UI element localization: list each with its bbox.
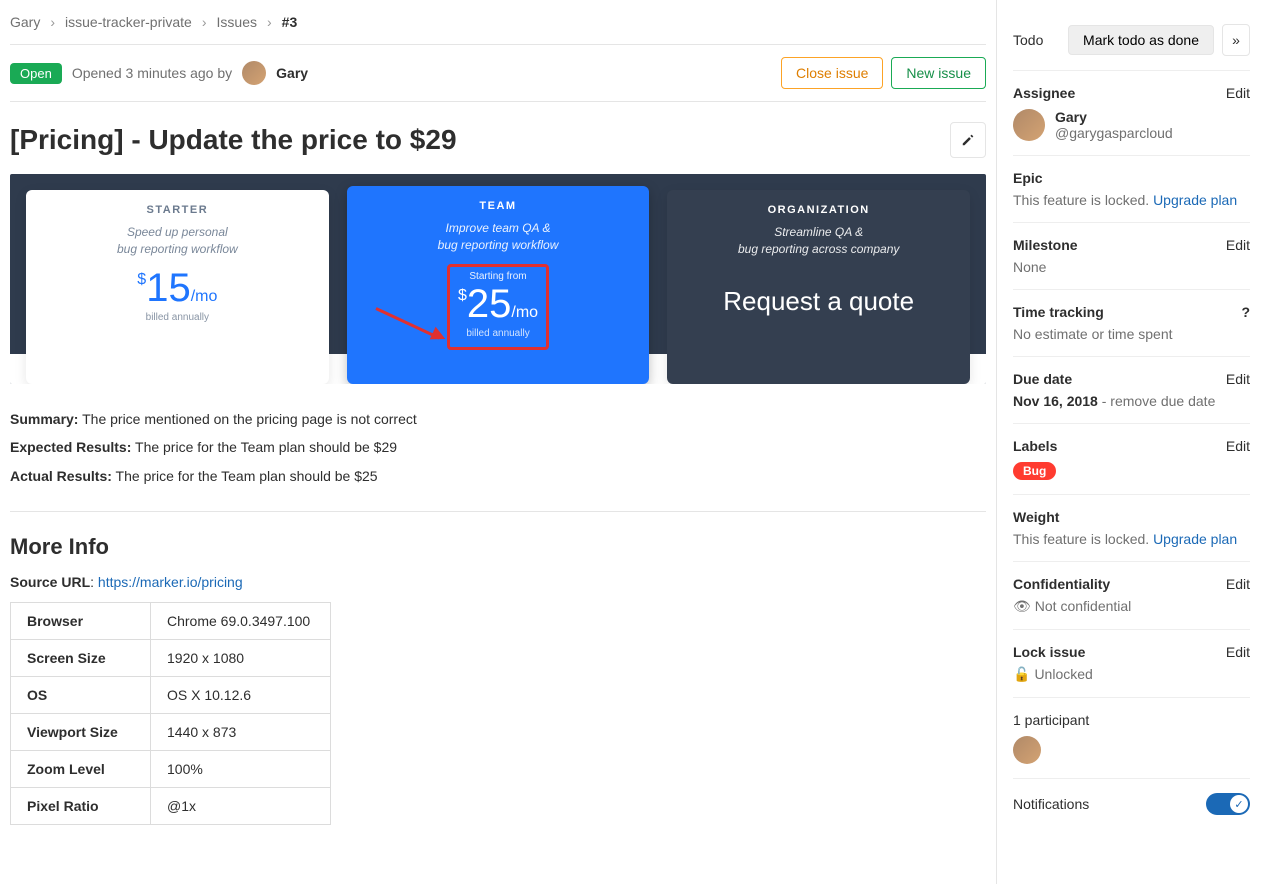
help-icon[interactable]: ? <box>1241 304 1250 320</box>
avatar[interactable] <box>242 61 266 85</box>
issue-title: [Pricing] - Update the price to $29 <box>10 124 457 156</box>
summary-text: The price mentioned on the pricing page … <box>78 411 416 427</box>
expected-text: The price for the Team plan should be $2… <box>131 439 397 455</box>
lock-issue-edit[interactable]: Edit <box>1226 644 1250 660</box>
edit-title-button[interactable] <box>950 122 986 158</box>
confidentiality-title: Confidentiality <box>1013 576 1110 592</box>
milestone-title: Milestone <box>1013 237 1078 253</box>
breadcrumb-repo[interactable]: issue-tracker-private <box>65 14 192 30</box>
eye-icon: 👁 <box>1013 598 1031 614</box>
assignee-title: Assignee <box>1013 85 1075 101</box>
time-tracking-value: No estimate or time spent <box>1013 326 1250 342</box>
weight-locked-text: This feature is locked. <box>1013 531 1149 547</box>
weight-title: Weight <box>1013 509 1250 525</box>
lock-issue-title: Lock issue <box>1013 644 1085 660</box>
todo-label: Todo <box>1013 32 1043 48</box>
assignee-handle[interactable]: @garygasparcloud <box>1055 125 1173 141</box>
chevron-right-icon: › <box>202 14 207 30</box>
milestone-value: None <box>1013 259 1250 275</box>
notifications-toggle[interactable] <box>1206 793 1250 815</box>
participants-title: 1 participant <box>1013 712 1250 728</box>
assignee-name[interactable]: Gary <box>1055 109 1173 125</box>
due-date-title: Due date <box>1013 371 1072 387</box>
notifications-title: Notifications <box>1013 796 1089 812</box>
expected-label: Expected Results: <box>10 439 131 455</box>
highlight-box: Starting from $25/mo billed annually <box>447 264 549 350</box>
breadcrumb: Gary › issue-tracker-private › Issues › … <box>10 10 986 44</box>
breadcrumb-issue-id: #3 <box>282 14 298 30</box>
epic-title: Epic <box>1013 170 1250 186</box>
lock-open-icon: 🔓 <box>1013 666 1030 682</box>
labels-title: Labels <box>1013 438 1057 454</box>
confidentiality-edit[interactable]: Edit <box>1226 576 1250 592</box>
environment-table: BrowserChrome 69.0.3497.100 Screen Size1… <box>10 602 331 825</box>
new-issue-button[interactable]: New issue <box>891 57 986 89</box>
remove-due-date-link[interactable]: - remove due date <box>1098 393 1216 409</box>
assignee-edit[interactable]: Edit <box>1226 85 1250 101</box>
plan-team: TEAM Improve team QA &bug reporting work… <box>347 186 650 384</box>
issue-attachment-image: STARTER Speed up personalbug reporting w… <box>10 174 986 384</box>
due-date-value: Nov 16, 2018 <box>1013 393 1098 409</box>
author-link[interactable]: Gary <box>276 65 308 81</box>
sidebar: Todo Mark todo as done » Assignee Edit Ga… <box>996 0 1266 884</box>
source-url-label: Source URL <box>10 574 90 590</box>
plan-organization: ORGANIZATION Streamline QA &bug reportin… <box>667 190 970 384</box>
actual-text: The price for the Team plan should be $2… <box>112 468 378 484</box>
time-tracking-title: Time tracking <box>1013 304 1104 320</box>
pencil-icon <box>961 133 975 147</box>
mark-todo-done-button[interactable]: Mark todo as done <box>1068 25 1214 55</box>
table-row: Viewport Size1440 x 873 <box>11 714 331 751</box>
upgrade-plan-link[interactable]: Upgrade plan <box>1153 192 1237 208</box>
table-row: Pixel Ratio@1x <box>11 788 331 825</box>
source-url-link[interactable]: https://marker.io/pricing <box>98 574 243 590</box>
status-badge: Open <box>10 63 62 84</box>
confidentiality-value: Not confidential <box>1035 598 1132 614</box>
status-bar: Open Opened 3 minutes ago by Gary Close … <box>10 45 986 101</box>
table-row: Zoom Level100% <box>11 751 331 788</box>
main-content: Gary › issue-tracker-private › Issues › … <box>0 0 996 884</box>
more-info-heading: More Info <box>10 534 986 560</box>
epic-locked-text: This feature is locked. <box>1013 192 1149 208</box>
due-date-edit[interactable]: Edit <box>1226 371 1250 387</box>
table-row: BrowserChrome 69.0.3497.100 <box>11 603 331 640</box>
actual-label: Actual Results: <box>10 468 112 484</box>
opened-text: Opened 3 minutes ago by <box>72 65 232 81</box>
lock-value: Unlocked <box>1034 666 1092 682</box>
label-bug[interactable]: Bug <box>1013 462 1056 480</box>
issue-description: Summary: The price mentioned on the pric… <box>10 384 986 511</box>
annotation-arrow-icon <box>376 307 456 357</box>
milestone-edit[interactable]: Edit <box>1226 237 1250 253</box>
plan-starter: STARTER Speed up personalbug reporting w… <box>26 190 329 384</box>
table-row: OSOS X 10.12.6 <box>11 677 331 714</box>
breadcrumb-owner[interactable]: Gary <box>10 14 40 30</box>
summary-label: Summary: <box>10 411 78 427</box>
upgrade-plan-link[interactable]: Upgrade plan <box>1153 531 1237 547</box>
avatar[interactable] <box>1013 109 1045 141</box>
chevrons-right-icon: » <box>1232 32 1240 48</box>
participant-avatar[interactable] <box>1013 736 1041 764</box>
collapse-sidebar-button[interactable]: » <box>1222 24 1250 56</box>
labels-edit[interactable]: Edit <box>1226 438 1250 454</box>
chevron-right-icon: › <box>267 14 272 30</box>
chevron-right-icon: › <box>50 14 55 30</box>
breadcrumb-issues[interactable]: Issues <box>217 14 257 30</box>
close-issue-button[interactable]: Close issue <box>781 57 883 89</box>
table-row: Screen Size1920 x 1080 <box>11 640 331 677</box>
